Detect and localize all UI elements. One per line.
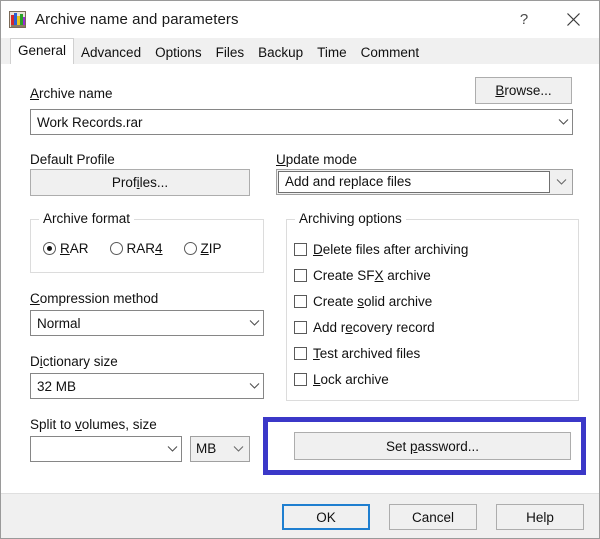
split-volumes-unit-select[interactable]: MB — [190, 436, 250, 462]
title-bar-buttons: ? — [501, 1, 599, 38]
checkbox-delete-files-after-archiving[interactable]: Delete files after archiving — [294, 242, 468, 257]
radio-indicator — [183, 242, 197, 255]
checkbox-indicator — [294, 373, 307, 386]
tab-comment[interactable]: Comment — [353, 42, 427, 64]
compression-method-select[interactable]: Normal — [30, 310, 264, 336]
help-button[interactable]: Help — [496, 504, 584, 530]
checkbox-label: Create solid archive — [313, 294, 433, 309]
dictionary-size-select[interactable]: 32 MB — [30, 373, 264, 399]
radio-indicator — [43, 242, 56, 255]
chevron-down-icon[interactable] — [551, 171, 571, 193]
update-mode-label: Update mode — [276, 152, 358, 167]
tab-strip: General Advanced Options Files Backup Ti… — [1, 38, 599, 64]
archiving-options-group-label: Archiving options — [295, 211, 406, 226]
checkbox-label: Create SFX archive — [313, 268, 431, 283]
title-bar: Archive name and parameters ? — [1, 1, 599, 38]
radio-rar[interactable]: RAR — [43, 241, 89, 256]
checkbox-indicator — [294, 347, 307, 360]
checkbox-create-sfx-archive[interactable]: Create SFX archive — [294, 268, 431, 283]
checkbox-add-recovery-record[interactable]: Add recovery record — [294, 320, 435, 335]
chevron-down-icon[interactable] — [163, 445, 181, 453]
browse-button[interactable]: Browse... — [475, 77, 572, 104]
split-volumes-label: Split to volumes, size — [30, 417, 157, 432]
archive-name-and-parameters-dialog: Archive name and parameters ? General Ad… — [0, 0, 600, 539]
archive-name-label: Archive name — [30, 86, 113, 101]
profiles-button[interactable]: Profiles... — [30, 169, 250, 196]
default-profile-label: Default Profile — [30, 152, 115, 167]
dialog-footer: OK Cancel Help — [1, 493, 599, 538]
archive-format-radios: RAR RAR4 ZIP — [43, 241, 243, 256]
checkbox-lock-archive[interactable]: Lock archive — [294, 372, 389, 387]
checkbox-label: Lock archive — [313, 372, 389, 387]
archive-name-input[interactable]: Work Records.rar — [30, 109, 573, 135]
split-volumes-input[interactable] — [30, 436, 182, 462]
help-titlebar-icon[interactable]: ? — [501, 1, 547, 38]
tab-files[interactable]: Files — [208, 42, 252, 64]
tab-advanced[interactable]: Advanced — [74, 42, 149, 64]
winrar-books-icon — [9, 11, 26, 28]
radio-zip-label: ZIP — [200, 241, 222, 256]
tab-time[interactable]: Time — [310, 42, 354, 64]
ok-button[interactable]: OK — [282, 504, 370, 530]
radio-zip[interactable]: ZIP — [183, 241, 222, 256]
radio-indicator — [109, 242, 123, 255]
checkbox-label: Add recovery record — [313, 320, 435, 335]
close-icon[interactable] — [547, 1, 599, 38]
chevron-down-icon[interactable] — [245, 382, 263, 390]
checkbox-indicator — [294, 243, 307, 256]
checkbox-label: Delete files after archiving — [313, 242, 469, 257]
tab-options[interactable]: Options — [148, 42, 209, 64]
general-tab-pane: Archive name Browse... Work Records.rar … — [1, 64, 599, 493]
chevron-down-icon[interactable] — [554, 118, 572, 126]
checkbox-label: Test archived files — [313, 346, 421, 361]
chevron-down-icon[interactable] — [228, 438, 248, 460]
cancel-button[interactable]: Cancel — [389, 504, 477, 530]
window-title: Archive name and parameters — [35, 11, 239, 28]
update-mode-select[interactable]: Add and replace files — [276, 169, 573, 195]
checkbox-test-archived-files[interactable]: Test archived files — [294, 346, 420, 361]
radio-rar4[interactable]: RAR4 — [109, 241, 163, 256]
set-password-button[interactable]: Set password... — [294, 432, 571, 460]
radio-rar4-label: RAR4 — [126, 241, 163, 256]
tab-general[interactable]: General — [10, 38, 75, 64]
compression-method-label: Compression method — [30, 291, 159, 306]
checkbox-indicator — [294, 321, 307, 334]
checkbox-create-solid-archive[interactable]: Create solid archive — [294, 294, 432, 309]
dictionary-size-label: Dictionary size — [30, 354, 118, 369]
archive-format-group-label: Archive format — [39, 211, 135, 226]
chevron-down-icon[interactable] — [245, 319, 263, 327]
checkbox-indicator — [294, 295, 307, 308]
radio-rar-label: RAR — [60, 241, 89, 256]
checkbox-indicator — [294, 269, 307, 282]
tab-backup[interactable]: Backup — [251, 42, 311, 64]
